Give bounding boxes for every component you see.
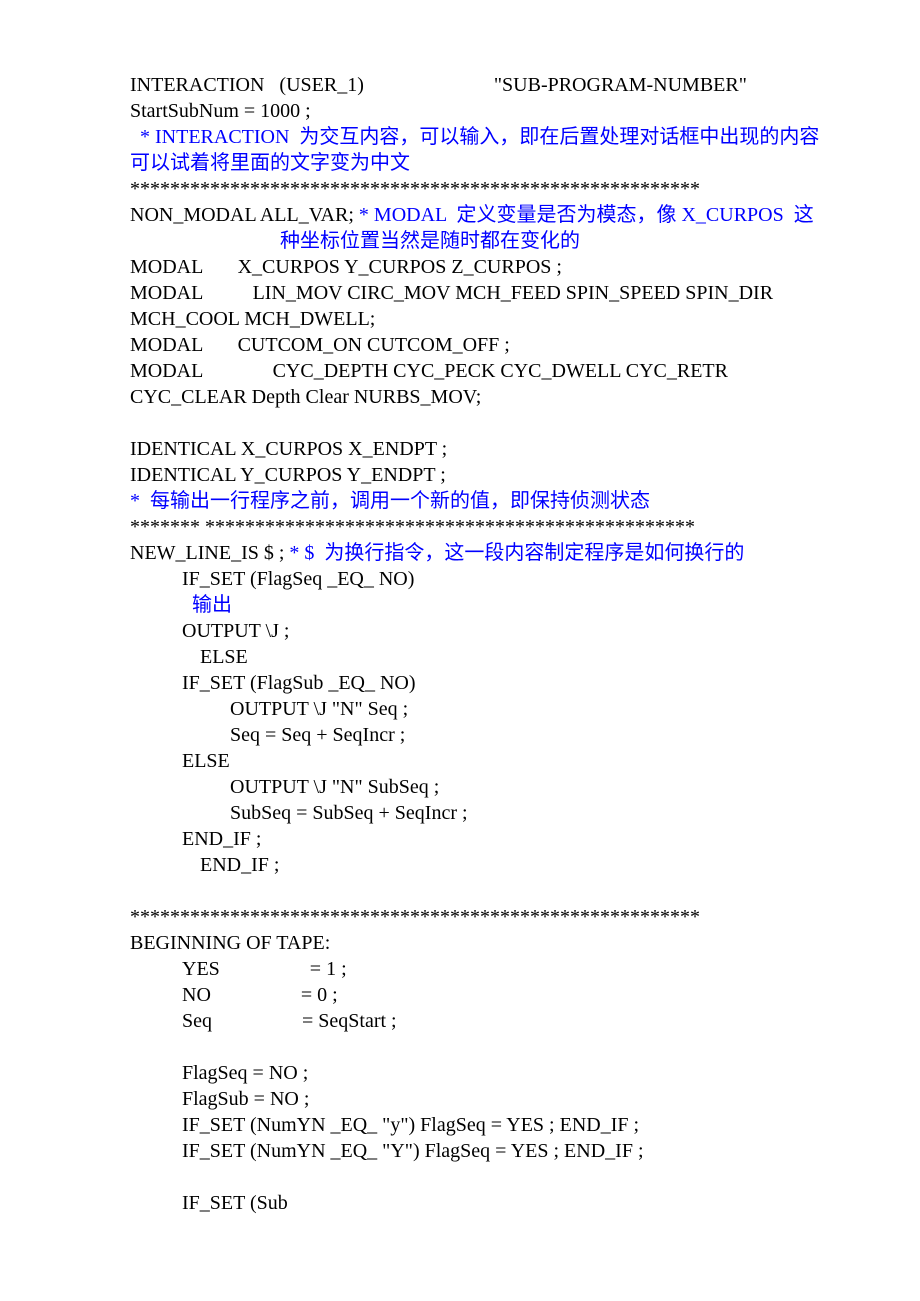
code-line: * INTERACTION 为交互内容，可以输入，即在后置处理对话框中出现的内容 [130, 124, 790, 150]
code-line: MODAL CYC_DEPTH CYC_PECK CYC_DWELL CYC_R… [130, 358, 790, 384]
code-line [130, 1034, 790, 1060]
code-span: NON_MODAL ALL_VAR; [130, 204, 359, 226]
code-line [130, 410, 790, 436]
code-line: BEGINNING OF TAPE: [130, 930, 790, 956]
code-span: NEW_LINE_IS $ ; [130, 542, 289, 564]
code-line: 种坐标位置当然是随时都在变化的 [130, 228, 790, 254]
code-line: OUTPUT \J ; [130, 618, 790, 644]
code-line: ****************************************… [130, 176, 790, 202]
code-content: INTERACTION (USER_1) "SUB-PROGRAM-NUMBER… [130, 72, 790, 1216]
code-line: IF_SET (FlagSub _EQ_ NO) [130, 670, 790, 696]
code-line: MCH_COOL MCH_DWELL; [130, 306, 790, 332]
code-line: YES = 1 ; [130, 956, 790, 982]
code-line: FlagSeq = NO ; [130, 1060, 790, 1086]
code-line: END_IF ; [130, 826, 790, 852]
code-line: NON_MODAL ALL_VAR; * MODAL 定义变量是否为模态，像 X… [130, 202, 790, 228]
code-line: ******* ********************************… [130, 514, 790, 540]
code-line [130, 878, 790, 904]
code-line: SubSeq = SubSeq + SeqIncr ; [130, 800, 790, 826]
code-line: * 每输出一行程序之前，调用一个新的值，即保持侦测状态 [130, 488, 790, 514]
code-line: MODAL X_CURPOS Y_CURPOS Z_CURPOS ; [130, 254, 790, 280]
code-line: IF_SET (FlagSeq _EQ_ NO) [130, 566, 790, 592]
document-page: INTERACTION (USER_1) "SUB-PROGRAM-NUMBER… [0, 0, 920, 1301]
code-line: IDENTICAL X_CURPOS X_ENDPT ; [130, 436, 790, 462]
code-span: * MODAL 定义变量是否为模态，像 X_CURPOS 这 [359, 204, 814, 226]
code-line: Seq = SeqStart ; [130, 1008, 790, 1034]
code-line: 可以试着将里面的文字变为中文 [130, 150, 790, 176]
code-line: INTERACTION (USER_1) "SUB-PROGRAM-NUMBER… [130, 72, 790, 98]
code-line: ELSE [130, 748, 790, 774]
code-line: OUTPUT \J "N" Seq ; [130, 696, 790, 722]
code-line: NEW_LINE_IS $ ; * $ 为换行指令，这一段内容制定程序是如何换行… [130, 540, 790, 566]
code-line: IF_SET (NumYN _EQ_ "y") FlagSeq = YES ; … [130, 1112, 790, 1138]
code-line: Seq = Seq + SeqIncr ; [130, 722, 790, 748]
code-line: MODAL LIN_MOV CIRC_MOV MCH_FEED SPIN_SPE… [130, 280, 790, 306]
code-line: IF_SET (NumYN _EQ_ "Y") FlagSeq = YES ; … [130, 1138, 790, 1164]
code-line: END_IF ; [130, 852, 790, 878]
code-span: * $ 为换行指令，这一段内容制定程序是如何换行的 [289, 542, 744, 564]
code-line [130, 1164, 790, 1190]
code-line: IDENTICAL Y_CURPOS Y_ENDPT ; [130, 462, 790, 488]
code-line: ELSE [130, 644, 790, 670]
code-line: IF_SET (Sub [130, 1190, 790, 1216]
code-line: NO = 0 ; [130, 982, 790, 1008]
code-line: OUTPUT \J "N" SubSeq ; [130, 774, 790, 800]
code-line: CYC_CLEAR Depth Clear NURBS_MOV; [130, 384, 790, 410]
code-line: FlagSub = NO ; [130, 1086, 790, 1112]
code-line: 输出 [130, 592, 790, 618]
code-line: StartSubNum = 1000 ; [130, 98, 790, 124]
code-line: MODAL CUTCOM_ON CUTCOM_OFF ; [130, 332, 790, 358]
code-line: ****************************************… [130, 904, 790, 930]
